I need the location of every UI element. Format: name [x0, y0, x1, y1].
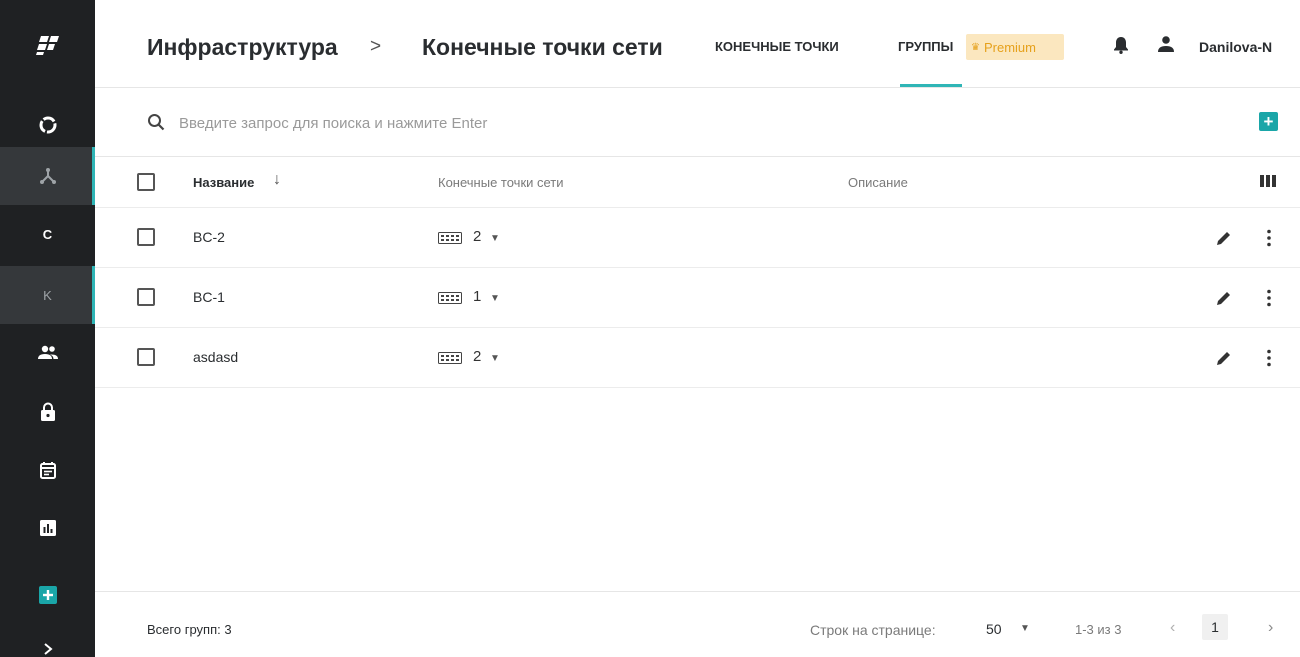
column-header-name[interactable]: Название	[193, 175, 254, 190]
prev-page-button[interactable]: ‹	[1170, 619, 1175, 637]
table-row[interactable]: BC-1 1 ▼	[95, 268, 1300, 328]
more-vertical-icon[interactable]	[1266, 349, 1272, 367]
plus-icon: +	[1263, 112, 1274, 131]
premium-label: Premium	[983, 39, 1036, 55]
column-header-description[interactable]: Описание	[848, 175, 908, 190]
dashboard-ring-icon	[39, 116, 56, 134]
tab-endpoints[interactable]: КОНЕЧНЫЕ ТОЧКИ	[715, 39, 839, 54]
premium-badge: ♛ Premium	[966, 34, 1064, 60]
row-checkbox[interactable]	[137, 348, 155, 366]
current-page-button[interactable]: 1	[1202, 614, 1228, 640]
lock-icon	[40, 402, 55, 421]
chevron-right-icon	[43, 643, 53, 655]
table-header-row: Название ↓ Конечные точки сети Описание	[95, 157, 1300, 208]
sidebar-item-label: C	[42, 226, 53, 242]
sidebar-item-c[interactable]: C	[0, 205, 95, 263]
table-row[interactable]: BC-2 2 ▼	[95, 208, 1300, 268]
next-page-button[interactable]: ›	[1268, 619, 1273, 637]
sidebar-item-k[interactable]: K	[0, 266, 95, 324]
search-input[interactable]	[179, 112, 879, 134]
caret-down-icon[interactable]: ▼	[490, 233, 500, 244]
sidebar-expand-button[interactable]	[0, 620, 95, 657]
sidebar-item-dashboard[interactable]	[0, 96, 95, 154]
table-row[interactable]: asdasd 2 ▼	[95, 328, 1300, 388]
rows-per-page-label: Строк на странице:	[810, 622, 936, 638]
tab-groups[interactable]: ГРУППЫ	[898, 39, 953, 54]
network-topology-icon	[39, 168, 56, 184]
row-checkbox[interactable]	[137, 228, 155, 246]
columns-settings-icon[interactable]	[1260, 174, 1276, 188]
table-footer: Всего групп: 3 Строк на странице: 50 ▼ 1…	[95, 591, 1300, 657]
brand-logo-icon[interactable]	[0, 0, 95, 90]
group-name: BC-2	[193, 229, 225, 245]
pagination-range: 1-3 из 3	[1075, 622, 1122, 637]
caret-down-icon[interactable]: ▼	[490, 293, 500, 304]
column-header-endpoints[interactable]: Конечные точки сети	[438, 175, 564, 190]
sidebar-add-button[interactable]	[0, 566, 95, 624]
breadcrumb-root[interactable]: Инфраструктура	[147, 34, 338, 61]
search-bar: +	[95, 90, 1300, 157]
caret-down-icon[interactable]: ▼	[1020, 623, 1030, 634]
top-header: Инфраструктура > Конечные точки сети КОН…	[95, 0, 1300, 88]
sort-down-icon[interactable]: ↓	[273, 171, 281, 189]
endpoint-device-icon	[438, 352, 462, 364]
sidebar-item-security[interactable]	[0, 383, 95, 441]
sidebar-item-network[interactable]	[0, 147, 95, 205]
page-title: Конечные точки сети	[422, 34, 663, 60]
chart-icon	[39, 520, 56, 536]
edit-icon[interactable]	[1215, 229, 1233, 247]
add-icon	[38, 586, 57, 604]
rows-per-page-select[interactable]: 50	[986, 621, 1002, 637]
endpoint-count[interactable]: 1	[473, 288, 481, 305]
group-name: asdasd	[193, 349, 239, 365]
total-count: Всего групп: 3	[147, 622, 232, 637]
caret-down-icon[interactable]: ▼	[490, 353, 500, 364]
username[interactable]: Danilova-N	[1199, 39, 1272, 55]
group-name: BC-1	[193, 289, 225, 305]
select-all-checkbox[interactable]	[137, 173, 155, 191]
sidebar-item-label: K	[43, 287, 52, 303]
endpoint-count[interactable]: 2	[473, 228, 481, 245]
breadcrumb-separator: >	[370, 36, 382, 57]
row-checkbox[interactable]	[137, 288, 155, 306]
sidebar-item-users[interactable]	[0, 324, 95, 382]
search-icon	[148, 114, 165, 131]
active-tab-indicator	[900, 84, 962, 87]
sidebar-item-calendar[interactable]	[0, 441, 95, 499]
endpoint-device-icon	[438, 292, 462, 304]
add-group-button[interactable]: +	[1259, 112, 1278, 131]
endpoint-count[interactable]: 2	[473, 348, 481, 365]
sidebar-item-reports[interactable]	[0, 499, 95, 557]
endpoint-device-icon	[438, 232, 462, 244]
users-icon	[37, 345, 58, 359]
edit-icon[interactable]	[1215, 289, 1233, 307]
more-vertical-icon[interactable]	[1266, 289, 1272, 307]
edit-icon[interactable]	[1215, 349, 1233, 367]
bell-icon[interactable]	[1113, 36, 1129, 54]
sidebar: C K	[0, 0, 95, 657]
calendar-icon	[39, 462, 56, 479]
user-icon[interactable]	[1157, 35, 1175, 53]
more-vertical-icon[interactable]	[1266, 229, 1272, 247]
crown-icon: ♛	[971, 41, 980, 53]
